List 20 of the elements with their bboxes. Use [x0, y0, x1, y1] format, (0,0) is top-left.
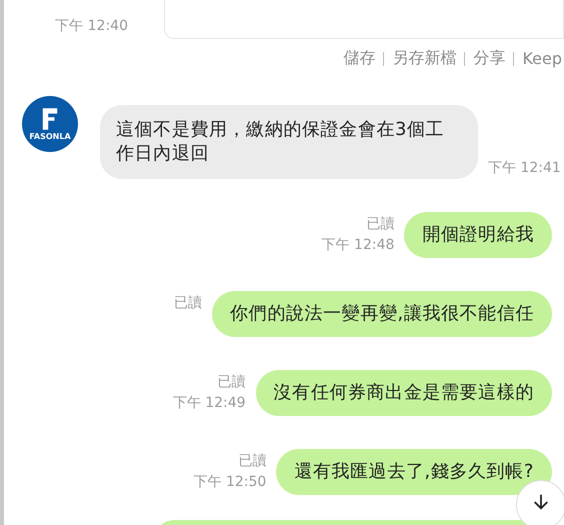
read-receipt: 已讀 [218, 373, 246, 392]
read-receipt: 已讀 [174, 294, 202, 313]
message-time: 下午 12:41 [488, 159, 561, 178]
message-bubble: 沒有任何券商出金是需要這樣的 [256, 370, 552, 416]
message-time: 下午 12:49 [172, 394, 246, 413]
message-time: 下午 12:40 [54, 17, 128, 36]
logo-text: FASONLA [29, 132, 71, 140]
message-time: 下午 12:50 [194, 473, 266, 492]
action-link[interactable]: 另存新檔 [392, 48, 456, 69]
read-receipt: 已讀 [366, 215, 394, 234]
message-bubble: 還有我匯過去了,錢多久到帳? [276, 449, 552, 495]
message-time: 下午 12:48 [322, 236, 394, 255]
action-link[interactable]: Keep [522, 49, 562, 68]
read-receipt: 已讀 [238, 452, 266, 471]
action-link[interactable]: 分享 [473, 48, 506, 69]
avatar-logo[interactable]: FASONLA [22, 96, 78, 152]
action-link[interactable]: 儲存 [343, 48, 376, 69]
message-bubble: 開個證明給我 [404, 212, 552, 258]
message-bubble: 你們的說法一變再變,讓我很不能信任 [212, 291, 552, 337]
message-bubble: 這個不是費用，繳納的保證金會在3個工作日內退回 [100, 105, 478, 179]
